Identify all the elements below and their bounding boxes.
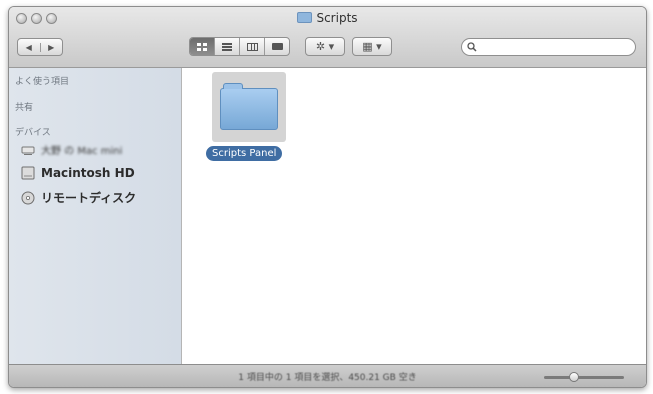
icon-view-icon bbox=[197, 42, 207, 51]
computer-icon bbox=[21, 146, 35, 155]
search-icon bbox=[467, 42, 477, 52]
sidebar: よく使う項目 共有 デバイス 大野 の Mac mini Macintosh H… bbox=[9, 68, 182, 364]
finder-window: Scripts ◀ ▶ ✲ ▾ ▦ ▾ よく使う項目 共有 デバイス 大野 の … bbox=[8, 6, 647, 388]
sidebar-item-label: 大野 の Mac mini bbox=[41, 146, 123, 157]
column-view-button[interactable] bbox=[240, 38, 265, 55]
file-browser-content: Scripts Panel bbox=[182, 68, 646, 364]
file-icon-selection[interactable] bbox=[212, 72, 286, 142]
optical-disc-icon bbox=[21, 191, 35, 204]
status-bar: 1 項目中の 1 項目を選択、450.21 GB 空き bbox=[9, 364, 646, 387]
hard-drive-icon bbox=[21, 166, 35, 180]
coverflow-view-button[interactable] bbox=[265, 38, 289, 55]
sidebar-item-remote-disc[interactable]: リモートディスク bbox=[21, 189, 136, 206]
back-forward-buttons: ◀ ▶ bbox=[17, 38, 63, 56]
file-name-label[interactable]: Scripts Panel bbox=[206, 146, 283, 161]
folder-icon bbox=[297, 12, 313, 23]
window-title-text: Scripts bbox=[316, 11, 358, 25]
window-title: Scripts bbox=[9, 11, 646, 25]
column-view-icon bbox=[246, 42, 258, 51]
arrange-menu-button[interactable]: ▦ ▾ bbox=[352, 37, 392, 56]
sidebar-item-macintosh-hd[interactable]: Macintosh HD bbox=[21, 166, 135, 180]
coverflow-view-icon bbox=[271, 43, 283, 50]
search-field[interactable] bbox=[461, 38, 636, 56]
icon-view-button[interactable] bbox=[190, 38, 215, 55]
sidebar-item-computer[interactable]: 大野 の Mac mini bbox=[21, 142, 122, 157]
folder-icon bbox=[220, 83, 278, 130]
toolbar: Scripts ◀ ▶ ✲ ▾ ▦ ▾ bbox=[9, 7, 646, 68]
slider-knob[interactable] bbox=[568, 372, 579, 382]
list-view-button[interactable] bbox=[215, 38, 240, 55]
sidebar-section-devices[interactable]: デバイス bbox=[15, 125, 51, 138]
sidebar-section-shared[interactable]: 共有 bbox=[15, 100, 33, 113]
sidebar-item-label: リモートディスク bbox=[41, 191, 137, 205]
search-input[interactable] bbox=[478, 40, 628, 54]
icon-size-slider[interactable] bbox=[544, 372, 624, 382]
back-button[interactable]: ◀ bbox=[18, 42, 41, 52]
action-menu-button[interactable]: ✲ ▾ bbox=[305, 37, 345, 56]
view-mode-segmented-control bbox=[189, 37, 290, 56]
sidebar-section-favorites[interactable]: よく使う項目 bbox=[15, 74, 69, 87]
list-view-icon bbox=[222, 42, 232, 51]
sidebar-item-label: Macintosh HD bbox=[41, 166, 135, 180]
forward-button[interactable]: ▶ bbox=[41, 43, 63, 52]
